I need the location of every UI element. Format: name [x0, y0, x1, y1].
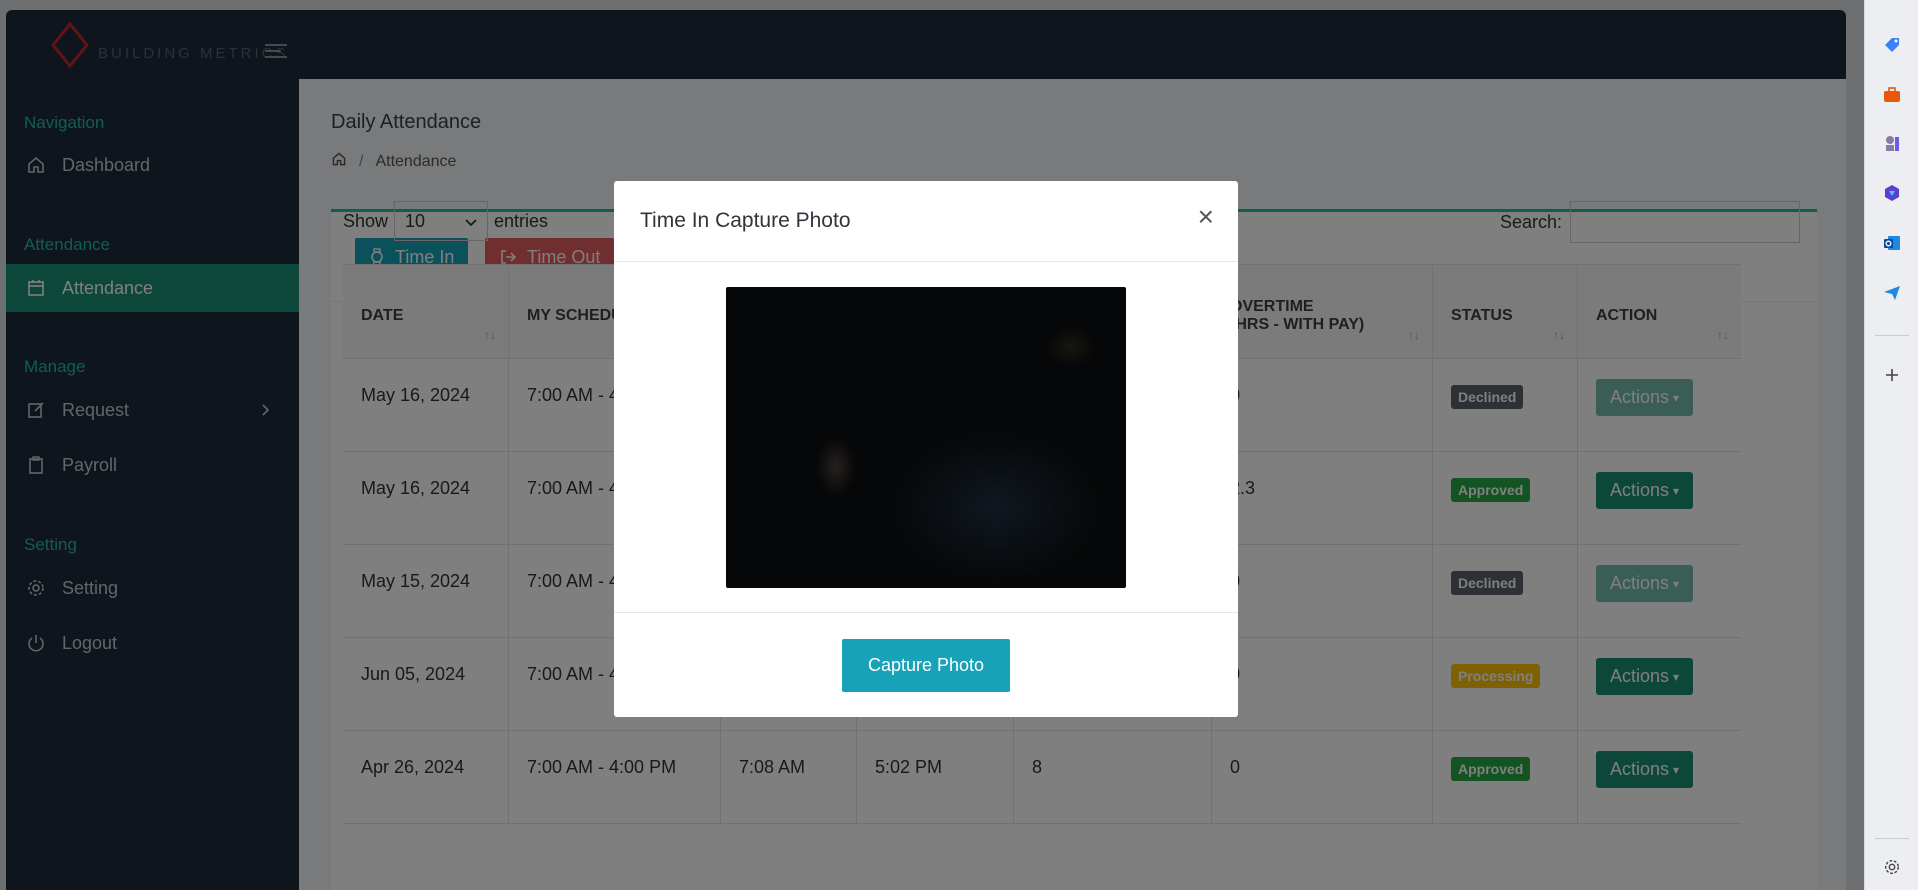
- close-icon[interactable]: ×: [1198, 203, 1214, 231]
- tag-icon[interactable]: [1877, 30, 1907, 60]
- divider: [1875, 335, 1909, 336]
- settings-icon[interactable]: [1877, 852, 1907, 882]
- capture-photo-modal: Time In Capture Photo × Capture Photo: [614, 181, 1238, 717]
- chess-icon[interactable]: [1877, 128, 1907, 158]
- camera-preview: [726, 287, 1126, 588]
- browser-side-panel: [1864, 0, 1918, 890]
- copilot-icon[interactable]: [1877, 178, 1907, 208]
- divider: [1875, 838, 1909, 839]
- briefcase-icon[interactable]: [1877, 80, 1907, 110]
- capture-photo-button[interactable]: Capture Photo: [842, 639, 1010, 692]
- send-icon[interactable]: [1877, 278, 1907, 308]
- outlook-icon[interactable]: [1877, 228, 1907, 258]
- add-icon[interactable]: [1877, 360, 1907, 390]
- modal-header: Time In Capture Photo ×: [614, 181, 1238, 262]
- modal-title: Time In Capture Photo: [640, 209, 851, 232]
- modal-footer: Capture Photo: [614, 612, 1238, 717]
